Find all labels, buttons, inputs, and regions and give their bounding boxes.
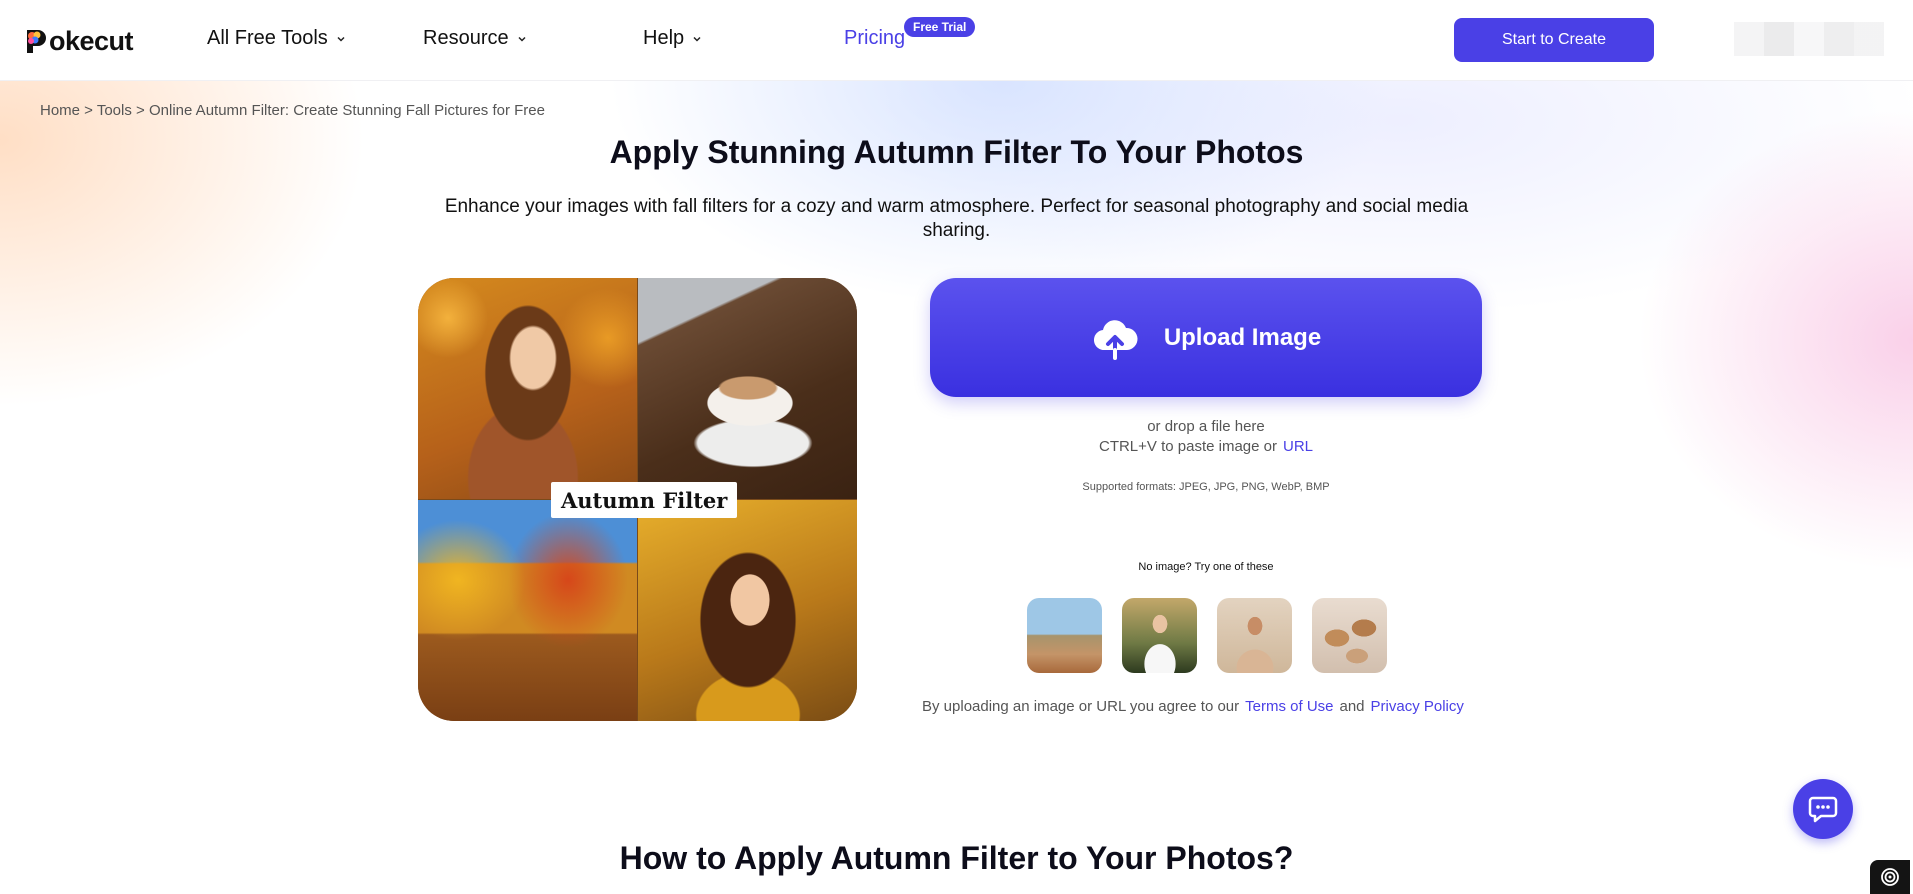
main-content: Home > Tools > Online Autumn Filter: Cre… [0, 0, 1913, 894]
sample-image-man-white-shirt[interactable] [1122, 598, 1197, 673]
page-subtitle: Enhance your images with fall filters fo… [444, 196, 1469, 241]
nav-pricing-label: Pricing [844, 27, 906, 49]
free-trial-badge: Free Trial [904, 17, 976, 37]
sample-image-landscape[interactable] [1027, 598, 1102, 673]
terms-notice: By uploading an image or URL you agree t… [922, 698, 1470, 715]
user-account-placeholder[interactable] [1734, 22, 1884, 56]
nav-help-label: Help [643, 27, 685, 49]
upload-image-button[interactable]: Upload Image [930, 278, 1482, 397]
nav-pricing[interactable]: Pricing [844, 27, 905, 50]
cloud-upload-icon [1093, 319, 1138, 360]
breadcrumb-tools[interactable]: Tools [97, 102, 132, 119]
how-to-section-title: How to Apply Autumn Filter to Your Photo… [619, 840, 1294, 876]
drop-file-hint: or drop a file here [1147, 418, 1265, 435]
nav-resource[interactable]: Resource [423, 27, 527, 50]
pokecut-logo-icon [27, 30, 46, 53]
chat-support-button[interactable] [1793, 779, 1853, 839]
terms-of-use-link[interactable]: Terms of Use [1245, 698, 1333, 715]
breadcrumb-separator: > [131, 102, 149, 119]
paste-hint-text: CTRL+V to paste image or [1098, 438, 1277, 455]
terms-prefix: By uploading an image or URL you agree t… [922, 698, 1240, 715]
breadcrumb-separator: > [80, 102, 97, 119]
chat-bubble-icon [1808, 796, 1838, 823]
breadcrumb-home[interactable]: Home [40, 102, 80, 119]
chevron-down-icon [518, 36, 526, 42]
sample-images [1027, 598, 1387, 673]
url-link[interactable]: URL [1283, 438, 1313, 455]
privacy-policy-link[interactable]: Privacy Policy [1371, 698, 1464, 715]
collage-photo-autumn-forest [418, 500, 637, 721]
supported-formats: Supported formats: JPEG, JPG, PNG, WebP,… [1082, 481, 1330, 493]
paste-hint: CTRL+V to paste image or URL [930, 438, 1482, 455]
chevron-down-icon [337, 36, 345, 42]
logo-text: okecut [49, 25, 134, 56]
nav-help[interactable]: Help [643, 27, 702, 50]
sample-image-man-sweater[interactable] [1217, 598, 1292, 673]
breadcrumb-current: Online Autumn Filter: Create Stunning Fa… [148, 102, 545, 119]
target-icon [1881, 868, 1899, 886]
collage-photo-woman-curly-hair [638, 500, 857, 721]
start-to-create-button[interactable]: Start to Create [1454, 18, 1654, 62]
top-navigation-bar: okecut All Free Tools Resource Help Pric… [0, 0, 1913, 81]
sample-image-food[interactable] [1312, 598, 1387, 673]
nav-resource-label: Resource [423, 27, 509, 49]
corner-widget-button[interactable] [1870, 860, 1910, 894]
breadcrumb: Home > Tools > Online Autumn Filter: Cre… [40, 102, 545, 119]
collage-photo-coffee-cup [638, 278, 857, 499]
nav-all-free-tools-label: All Free Tools [207, 27, 328, 49]
logo[interactable]: okecut [24, 24, 134, 58]
collage-photo-woman-leaves [418, 278, 637, 499]
upload-image-label: Upload Image [1163, 323, 1322, 351]
sample-images-heading: No image? Try one of these [1138, 561, 1274, 573]
nav-all-free-tools[interactable]: All Free Tools [207, 27, 346, 50]
collage-label: Autumn Filter [551, 482, 738, 518]
terms-and: and [1339, 698, 1365, 715]
chevron-down-icon [693, 36, 701, 42]
page-title: Apply Stunning Autumn Filter To Your Pho… [609, 134, 1304, 170]
